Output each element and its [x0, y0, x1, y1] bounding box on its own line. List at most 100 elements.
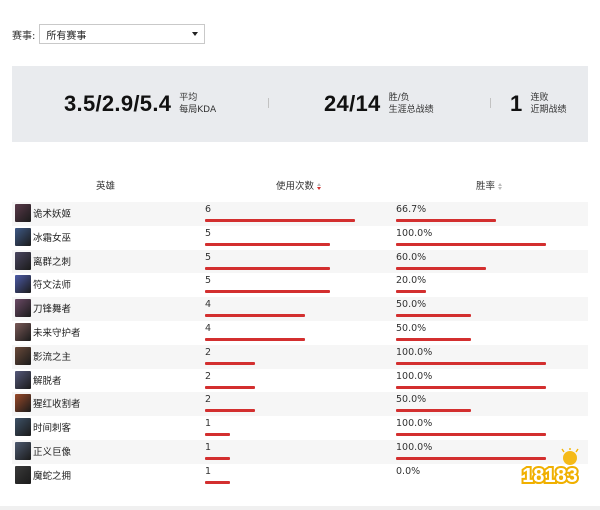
winrate-bar — [396, 385, 546, 389]
header-winrate[interactable]: 胜率 — [476, 178, 503, 192]
hero-name: 诡术妖姬 — [33, 209, 72, 220]
uses-bar — [205, 314, 305, 318]
record-label-1: 胜/负 — [388, 93, 410, 103]
streak-stat: 1 连败 近期战绩 — [510, 66, 567, 142]
winrate-bar — [396, 290, 426, 294]
uses-count: 4 — [205, 299, 212, 311]
summary-panel: 3.5/2.9/5.4 平均 每局KDA 24/14 胜/负 生涯总战绩 1 连… — [12, 66, 588, 142]
uses-bar — [205, 290, 330, 294]
winrate-bar — [396, 242, 546, 246]
uses-count: 5 — [205, 275, 212, 287]
summary-divider — [490, 98, 491, 108]
table-row[interactable]: 正义巨像 1 100.0% — [12, 439, 588, 464]
hero-name: 影流之主 — [33, 351, 72, 363]
table-row[interactable]: 冰霜女巫 5 100.0% — [12, 226, 588, 250]
event-select[interactable]: 所有赛事 — [39, 24, 206, 44]
table-row[interactable]: 未来守护者 4 50.0% — [12, 321, 588, 345]
winrate-value: 100.0% — [396, 346, 433, 358]
uses-bar — [205, 219, 355, 222]
hero-name: 刀锋舞者 — [33, 304, 72, 316]
watermark-logo: 18183 — [520, 448, 580, 489]
table-row[interactable]: 影流之主 2 100.0% — [12, 344, 588, 369]
table-row[interactable]: 离群之刺 5 60.0% — [12, 249, 588, 274]
winrate-value: 100.0% — [396, 441, 433, 453]
streak-label-2: 近期战绩 — [530, 105, 567, 115]
sort-icon — [317, 183, 322, 190]
record-label-2: 生涯总战绩 — [388, 105, 434, 115]
hero-name: 符文法师 — [33, 280, 72, 292]
winrate-value: 50.0% — [396, 322, 427, 334]
kda-label-1: 平均 — [179, 93, 198, 103]
winrate-value: 0.0% — [396, 465, 421, 477]
uses-count: 4 — [205, 322, 212, 334]
event-select-value: 所有赛事 — [46, 30, 87, 42]
table-row[interactable]: 符文法师 5 20.0% — [12, 273, 588, 297]
winrate-bar — [396, 219, 496, 222]
record-value: 24/14 — [324, 91, 381, 116]
winrate-bar — [396, 314, 471, 318]
event-filter: 赛事: 所有赛事 — [12, 24, 206, 44]
winrate-value: 50.0% — [396, 394, 427, 406]
hero-avatar — [15, 227, 31, 246]
winrate-value: 66.7% — [396, 204, 427, 215]
hero-name: 未来守护者 — [33, 327, 81, 339]
hero-avatar — [15, 299, 31, 318]
hero-avatar — [15, 204, 31, 222]
kda-label-2: 每局KDA — [179, 105, 217, 115]
winrate-value: 60.0% — [396, 251, 427, 263]
winrate-value: 100.0% — [396, 227, 433, 239]
hero-name: 解脱者 — [33, 375, 62, 387]
header-uses[interactable]: 使用次数 — [276, 178, 322, 192]
uses-count: 1 — [205, 465, 212, 477]
winrate-value: 20.0% — [396, 275, 427, 287]
event-filter-label: 赛事: — [12, 30, 36, 42]
uses-count: 5 — [205, 227, 212, 239]
hero-name: 正义巨像 — [33, 446, 72, 458]
uses-bar — [205, 433, 230, 437]
uses-count: 1 — [205, 441, 212, 453]
streak-value: 1 — [510, 91, 523, 116]
winrate-value: 100.0% — [396, 370, 433, 382]
uses-bar — [205, 361, 255, 365]
uses-count: 2 — [205, 346, 212, 358]
hero-name: 离群之刺 — [33, 256, 72, 268]
winrate-bar — [396, 266, 486, 270]
sort-icon — [498, 183, 503, 190]
uses-bar — [205, 242, 330, 246]
hero-avatar — [15, 370, 31, 389]
hero-avatar — [15, 322, 31, 341]
uses-bar — [205, 409, 255, 413]
hero-avatar — [15, 418, 31, 437]
uses-bar — [205, 456, 230, 460]
winrate-bar — [396, 433, 546, 437]
header-hero: 英雄 — [96, 181, 116, 192]
table-row[interactable]: 魔蛇之拥 1 0.0% — [12, 464, 588, 488]
table-row[interactable]: 时间刺客 1 100.0% — [12, 416, 588, 440]
watermark-text: 18183 — [522, 465, 578, 487]
record-stat: 24/14 胜/负 生涯总战绩 — [324, 66, 434, 142]
kda-value: 3.5/2.9/5.4 — [64, 91, 172, 116]
winrate-value: 50.0% — [396, 299, 427, 311]
summary-divider — [268, 98, 269, 108]
hero-avatar — [15, 394, 31, 413]
table-row[interactable]: 猩红收割者 2 50.0% — [12, 392, 588, 417]
kda-stat: 3.5/2.9/5.4 平均 每局KDA — [64, 66, 216, 142]
uses-bar — [205, 337, 305, 341]
winrate-value: 100.0% — [396, 418, 433, 430]
hero-name: 魔蛇之拥 — [33, 470, 72, 482]
uses-count: 6 — [205, 204, 212, 215]
uses-count: 2 — [205, 370, 212, 382]
hero-name: 猩红收割者 — [33, 399, 81, 411]
uses-count: 5 — [205, 251, 212, 263]
winrate-bar — [396, 361, 546, 365]
table-row[interactable]: 诡术妖姬 6 66.7% — [12, 202, 588, 226]
table-row[interactable]: 解脱者 2 100.0% — [12, 369, 588, 393]
uses-count: 1 — [205, 418, 212, 430]
hero-avatar — [15, 346, 31, 365]
table-row[interactable]: 刀锋舞者 4 50.0% — [12, 297, 588, 321]
header-winrate-label: 胜率 — [476, 181, 496, 192]
hero-name: 时间刺客 — [33, 423, 72, 435]
uses-bar — [205, 480, 230, 484]
footer-divider — [0, 506, 600, 510]
header-uses-label: 使用次数 — [276, 181, 315, 192]
